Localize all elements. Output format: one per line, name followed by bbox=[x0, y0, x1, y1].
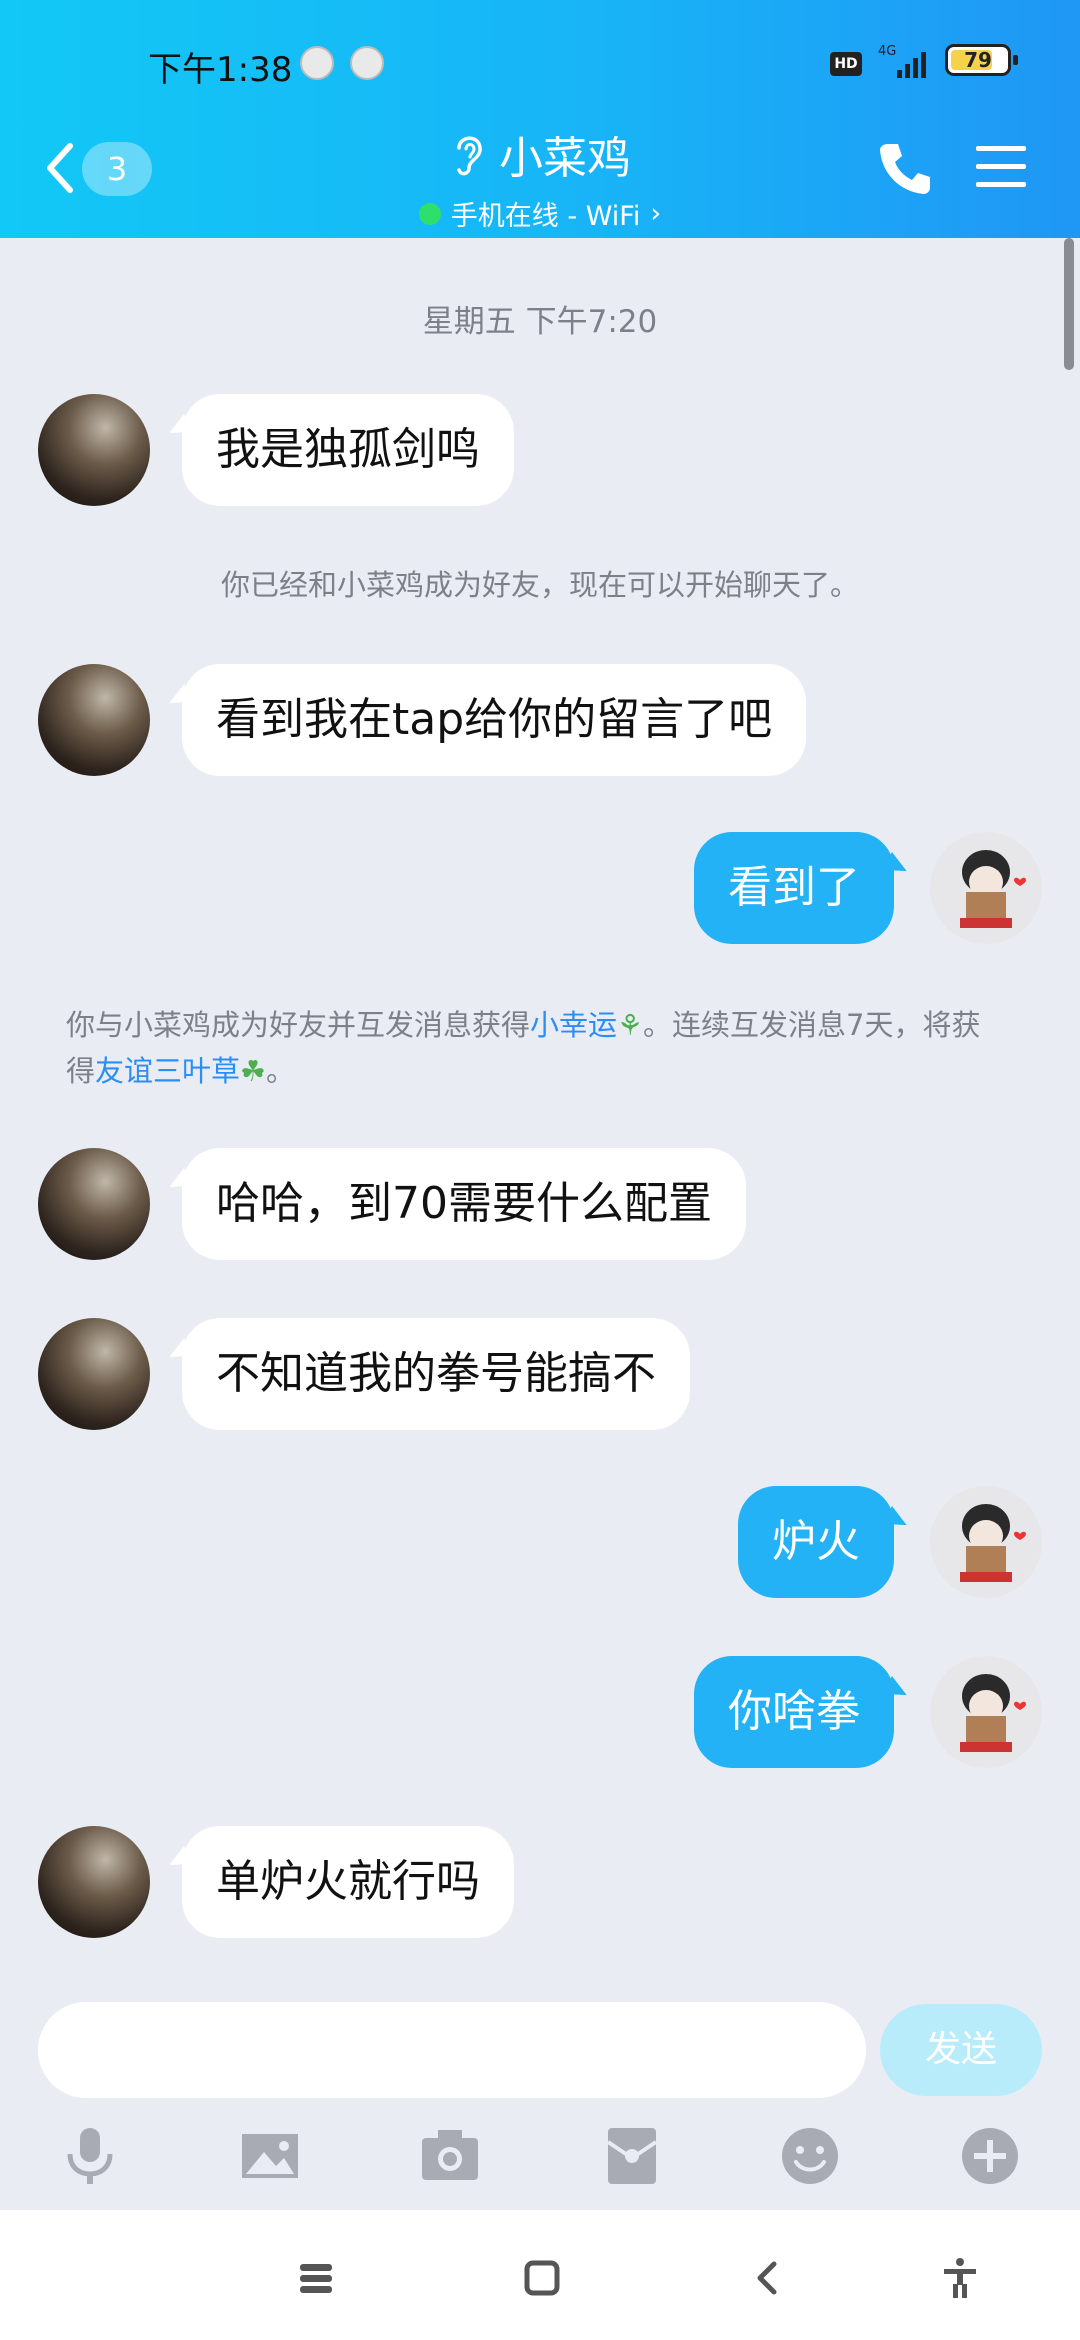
microphone-icon[interactable] bbox=[58, 2124, 122, 2188]
incoming-message[interactable]: 不知道我的拳号能搞不 bbox=[182, 1318, 690, 1430]
clover-icon: ☘ bbox=[240, 1054, 267, 1088]
home-icon[interactable] bbox=[520, 2256, 564, 2300]
system-message-reward: 你与小菜鸡成为好友并互发消息获得小幸运⚘。连续互发消息7天，将获得友谊三叶草☘。 bbox=[66, 1008, 981, 1088]
network-label: 4G bbox=[878, 44, 897, 59]
my-avatar[interactable] bbox=[930, 1486, 1042, 1598]
avatar-illustration bbox=[960, 1504, 1026, 1582]
contact-avatar[interactable] bbox=[38, 664, 150, 776]
battery-label: 79 bbox=[964, 48, 992, 72]
accessibility-icon[interactable] bbox=[938, 2256, 982, 2300]
app-notification-icon bbox=[350, 46, 384, 80]
outgoing-message[interactable]: 炉火 bbox=[738, 1486, 894, 1598]
contact-avatar[interactable] bbox=[38, 394, 150, 506]
hd-badge: HD bbox=[830, 52, 862, 76]
ear-icon bbox=[457, 136, 482, 176]
unread-badge: 3 bbox=[82, 142, 152, 196]
battery-icon: 79 bbox=[945, 44, 1018, 76]
lucky-link[interactable]: 小幸运 bbox=[530, 1008, 617, 1042]
outgoing-message[interactable]: 你啥拳 bbox=[694, 1656, 894, 1768]
contact-avatar[interactable] bbox=[38, 1826, 150, 1938]
clover-link[interactable]: 友谊三叶草 bbox=[95, 1054, 240, 1088]
avatar-illustration bbox=[960, 850, 1026, 928]
red-envelope-icon[interactable] bbox=[600, 2124, 664, 2188]
contact-avatar[interactable] bbox=[38, 1148, 150, 1260]
chevron-left-icon bbox=[47, 143, 73, 193]
outgoing-message[interactable]: 看到了 bbox=[694, 832, 894, 944]
emoji-icon[interactable] bbox=[778, 2124, 842, 2188]
message-input[interactable] bbox=[38, 2002, 866, 2098]
camera-icon[interactable] bbox=[418, 2124, 482, 2188]
chat-header: 下午1:38 HD 4G 79 3 小菜鸡 手机在线 - WiFi › bbox=[0, 0, 1080, 238]
sprout-icon: ⚘ bbox=[617, 1008, 644, 1042]
chat-title-block[interactable]: 小菜鸡 手机在线 - WiFi › bbox=[300, 122, 780, 233]
system-message: 你已经和小菜鸡成为好友，现在可以开始聊天了。 bbox=[220, 568, 859, 602]
incoming-message[interactable]: 哈哈，到70需要什么配置 bbox=[182, 1148, 746, 1260]
menu-icon[interactable] bbox=[974, 142, 1030, 192]
avatar-illustration bbox=[960, 1674, 1026, 1752]
status-time: 下午1:38 bbox=[148, 50, 293, 90]
incoming-message[interactable]: 我是独孤剑鸣 bbox=[182, 394, 514, 506]
phone-icon[interactable] bbox=[876, 138, 932, 198]
back-nav-icon[interactable] bbox=[746, 2256, 790, 2300]
image-icon[interactable] bbox=[238, 2124, 302, 2188]
incoming-message[interactable]: 单炉火就行吗 bbox=[182, 1826, 514, 1938]
online-status-dot bbox=[418, 202, 441, 225]
system-navbar bbox=[0, 2210, 1080, 2340]
recent-apps-icon[interactable] bbox=[294, 2256, 338, 2300]
my-avatar[interactable] bbox=[930, 832, 1042, 944]
chevron-right-icon: › bbox=[650, 198, 662, 229]
online-status-text: 手机在线 - WiFi bbox=[450, 201, 641, 232]
send-button[interactable]: 发送 bbox=[880, 2004, 1042, 2096]
message-timestamp: 星期五 下午7:20 bbox=[422, 304, 658, 340]
incoming-message[interactable]: 看到我在tap给你的留言了吧 bbox=[182, 664, 807, 776]
chat-title: 小菜鸡 bbox=[499, 133, 631, 184]
plus-icon[interactable] bbox=[958, 2124, 1022, 2188]
message-list[interactable] bbox=[0, 238, 1080, 1968]
signal-icon bbox=[897, 52, 926, 78]
contact-avatar[interactable] bbox=[38, 1318, 150, 1430]
my-avatar[interactable] bbox=[930, 1656, 1042, 1768]
app-notification-icon bbox=[300, 46, 334, 80]
back-button[interactable]: 3 bbox=[42, 138, 162, 198]
